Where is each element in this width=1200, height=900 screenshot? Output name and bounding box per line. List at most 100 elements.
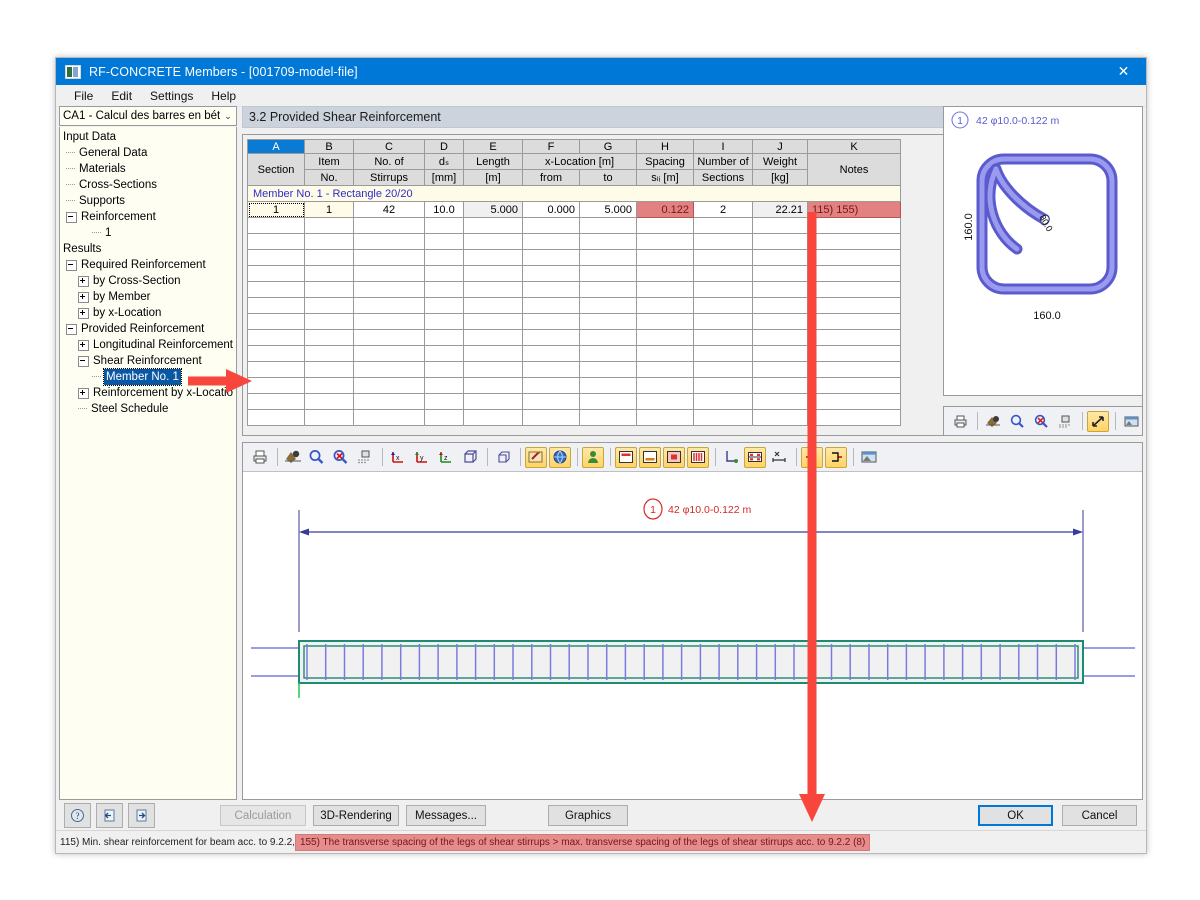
left-end-icon[interactable] <box>801 446 823 468</box>
tree-item-reinforcement[interactable]: Reinforcement <box>60 209 236 225</box>
cell-empty[interactable] <box>353 249 425 266</box>
tree-item-reinforcement-by-x-locatio[interactable]: Reinforcement by x-Locatio <box>60 385 236 401</box>
table-group-row[interactable]: Member No. 1 - Rectangle 20/20 <box>247 185 901 202</box>
cell-weight[interactable]: 22.21 <box>752 201 808 218</box>
tree-item-cross-sections[interactable]: Cross-Sections <box>60 177 236 193</box>
help-button[interactable]: ? <box>64 803 91 828</box>
cell-empty[interactable] <box>807 345 901 362</box>
cell-empty[interactable] <box>636 377 694 394</box>
cell-empty[interactable] <box>693 313 753 330</box>
tree-item-steel-schedule[interactable]: Steel Schedule <box>60 401 236 417</box>
cell-empty[interactable] <box>353 233 425 250</box>
header-label[interactable]: Item <box>304 153 354 170</box>
cell-ds[interactable]: 10.0 <box>424 201 464 218</box>
snap-icon[interactable] <box>354 447 376 468</box>
dimension-icon[interactable] <box>768 447 790 468</box>
render-icon[interactable] <box>282 447 304 468</box>
cell-empty[interactable] <box>693 377 753 394</box>
cell-empty[interactable] <box>522 265 580 282</box>
tree-item-longitudinal-reinforcement[interactable]: Longitudinal Reinforcement <box>60 337 236 353</box>
cell-empty[interactable] <box>424 393 464 410</box>
cell-empty[interactable] <box>693 393 753 410</box>
display-section-icon[interactable] <box>663 446 685 468</box>
cell-empty[interactable] <box>579 361 637 378</box>
cell-empty[interactable] <box>247 313 305 330</box>
cell-empty[interactable] <box>424 377 464 394</box>
cell-empty[interactable] <box>247 409 305 426</box>
cell-notes[interactable]: 115) 155) <box>807 201 901 218</box>
cell-empty[interactable] <box>752 265 808 282</box>
view-y-icon[interactable]: y <box>411 447 433 468</box>
cell-empty[interactable] <box>807 249 901 266</box>
cell-empty[interactable] <box>522 313 580 330</box>
image-icon[interactable] <box>1120 411 1142 432</box>
cell-empty[interactable] <box>424 329 464 346</box>
table-empty-row[interactable] <box>247 377 901 394</box>
header-label[interactable]: [kg] <box>752 169 808 186</box>
ok-button[interactable]: OK <box>978 805 1053 826</box>
header-label[interactable]: Sections <box>693 169 753 186</box>
cell-empty[interactable] <box>579 217 637 234</box>
menu-item-settings[interactable]: Settings <box>141 87 202 105</box>
cell-number-of-sections[interactable]: 2 <box>693 201 753 218</box>
column-header-B[interactable]: B <box>304 139 354 154</box>
table-empty-row[interactable] <box>247 265 901 282</box>
table-empty-row[interactable] <box>247 393 901 410</box>
cell-empty[interactable] <box>304 281 354 298</box>
table-empty-row[interactable] <box>247 329 901 346</box>
header-label[interactable]: [m] <box>463 169 523 186</box>
cell-empty[interactable] <box>693 249 753 266</box>
cell-empty[interactable] <box>424 313 464 330</box>
cell-empty[interactable] <box>752 409 808 426</box>
cell-empty[interactable] <box>353 409 425 426</box>
cell-empty[interactable] <box>247 297 305 314</box>
zoom-in-icon[interactable] <box>1006 411 1028 432</box>
expand-toggle-icon[interactable] <box>78 291 89 303</box>
cell-empty[interactable] <box>579 249 637 266</box>
cell-empty[interactable] <box>353 297 425 314</box>
cell-empty[interactable] <box>304 409 354 426</box>
cell-empty[interactable] <box>522 217 580 234</box>
cell-empty[interactable] <box>693 265 753 282</box>
cell-empty[interactable] <box>693 217 753 234</box>
cell-empty[interactable] <box>463 313 523 330</box>
navigation-tree[interactable]: Input Data General Data Materials Cross-Sec… <box>59 127 237 800</box>
cell-empty[interactable] <box>693 329 753 346</box>
cell-x-to[interactable]: 5.000 <box>579 201 637 218</box>
cell-empty[interactable] <box>247 281 305 298</box>
graphics-button[interactable]: Graphics <box>548 805 628 826</box>
cell-empty[interactable] <box>579 409 637 426</box>
tree-item-by-cross-section[interactable]: by Cross-Section <box>60 273 236 289</box>
tree-item-general-data[interactable]: General Data <box>60 145 236 161</box>
cell-empty[interactable] <box>247 233 305 250</box>
cell-empty[interactable] <box>304 233 354 250</box>
cell-empty[interactable] <box>636 409 694 426</box>
render-icon[interactable] <box>982 411 1004 432</box>
tree-item-supports[interactable]: Supports <box>60 193 236 209</box>
user-icon[interactable] <box>582 446 604 468</box>
cell-empty[interactable] <box>636 297 694 314</box>
cell-empty[interactable] <box>693 361 753 378</box>
cell-empty[interactable] <box>752 393 808 410</box>
table-empty-row[interactable] <box>247 345 901 362</box>
zoom-reset-icon[interactable] <box>330 447 352 468</box>
collapse-toggle-icon[interactable] <box>66 259 77 271</box>
cell-empty[interactable] <box>693 281 753 298</box>
column-header-J[interactable]: J <box>752 139 808 154</box>
collapse-toggle-icon[interactable] <box>78 355 89 367</box>
cell-empty[interactable] <box>752 345 808 362</box>
cell-empty[interactable] <box>579 329 637 346</box>
cell-empty[interactable] <box>807 409 901 426</box>
cell-empty[interactable] <box>807 361 901 378</box>
cell-empty[interactable] <box>752 281 808 298</box>
column-header-F[interactable]: F <box>522 139 580 154</box>
cell-empty[interactable] <box>424 361 464 378</box>
cell-empty[interactable] <box>752 217 808 234</box>
cell-empty[interactable] <box>807 233 901 250</box>
cell-empty[interactable] <box>304 361 354 378</box>
header-label[interactable]: dₛ <box>424 153 464 170</box>
cell-section[interactable]: 1 <box>247 201 305 218</box>
cell-empty[interactable] <box>247 361 305 378</box>
cell-empty[interactable] <box>353 377 425 394</box>
cell-empty[interactable] <box>752 249 808 266</box>
